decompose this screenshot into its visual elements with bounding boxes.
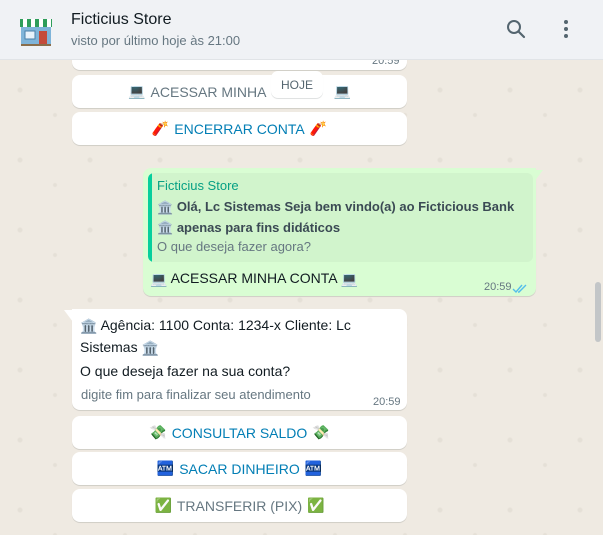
quote-subtext: O que deseja fazer agora? [157, 239, 311, 254]
chat-scrollbar[interactable] [595, 282, 601, 342]
chat-header[interactable]: Ficticius Store visto por último hoje às… [0, 0, 603, 60]
button-label: CONSULTAR SALDO [171, 424, 308, 441]
check-mark-icon: ✅ [154, 497, 172, 513]
bank-icon: 🏛️ [157, 220, 174, 236]
firecracker-icon: 🧨 [309, 120, 328, 136]
read-receipt-icon [512, 281, 528, 299]
message-time: 20:59 [373, 396, 401, 408]
firecracker-icon: 🧨 [151, 120, 170, 136]
message-time: 20:59 [484, 281, 512, 293]
incoming-question: O que deseja fazer na sua conta? [80, 363, 291, 379]
button-label: ENCERRAR CONTA [174, 120, 305, 137]
message-footer: digite fim para finalizar seu atendiment… [81, 387, 311, 402]
button-label: TRANSFERIR (PIX) [176, 497, 303, 514]
outgoing-text: 💻 ACESSAR MINHA CONTA 💻 [150, 268, 358, 290]
money-icon: 💸 [149, 424, 167, 440]
account-info-text: 🏛️ Agência: 1100 Conta: 1234-x Cliente: … [80, 315, 400, 359]
quote-accent-bar [148, 173, 152, 262]
laptop-icon: 💻 [128, 83, 146, 99]
quote-author: Ficticius Store [157, 178, 239, 193]
laptop-icon: 💻 [340, 270, 359, 287]
money-icon: 💸 [312, 424, 330, 440]
contact-name: Ficticius Store [71, 11, 172, 28]
atm-icon: 🏧 [304, 460, 323, 476]
bank-icon: 🏛️ [80, 317, 98, 334]
chat-window: Ficticius Store visto por último hoje às… [0, 0, 603, 535]
bank-icon: 🏛️ [157, 199, 174, 215]
outgoing-bubble-tail [534, 170, 543, 182]
button-label: ACESSAR MINHA [150, 83, 267, 100]
search-icon[interactable] [503, 16, 529, 42]
sacar-dinheiro-button[interactable]: 🏧 SACAR DINHEIRO 🏧 [72, 452, 407, 485]
day-separator: HOJE [271, 71, 323, 98]
bank-icon: 🏛️ [141, 339, 159, 356]
acessar-minha-button[interactable]: 💻 ACESSAR MINHA 💻 [72, 75, 407, 108]
encerrar-conta-button[interactable]: 🧨 ENCERRAR CONTA 🧨 [72, 112, 407, 145]
menu-dots-icon[interactable] [553, 16, 579, 42]
incoming-bubble-tail [64, 310, 73, 322]
quote-text: 🏛️ Olá, Lc Sistemas Seja bem vindo(a) ao… [157, 197, 517, 238]
button-label: SACAR DINHEIRO [179, 460, 300, 477]
last-seen-status: visto por último hoje às 21:00 [71, 33, 241, 48]
store-avatar-icon[interactable] [18, 12, 54, 48]
check-mark-icon: ✅ [307, 497, 325, 513]
quoted-reply[interactable]: Ficticius Store 🏛️ Olá, Lc Sistemas Seja… [148, 173, 533, 262]
consultar-saldo-button[interactable]: 💸 CONSULTAR SALDO 💸 [72, 416, 407, 449]
laptop-icon: 💻 [333, 83, 351, 99]
transferir-pix-button[interactable]: ✅ TRANSFERIR (PIX) ✅ [72, 489, 407, 522]
atm-icon: 🏧 [156, 460, 175, 476]
laptop-icon: 💻 [150, 270, 168, 287]
